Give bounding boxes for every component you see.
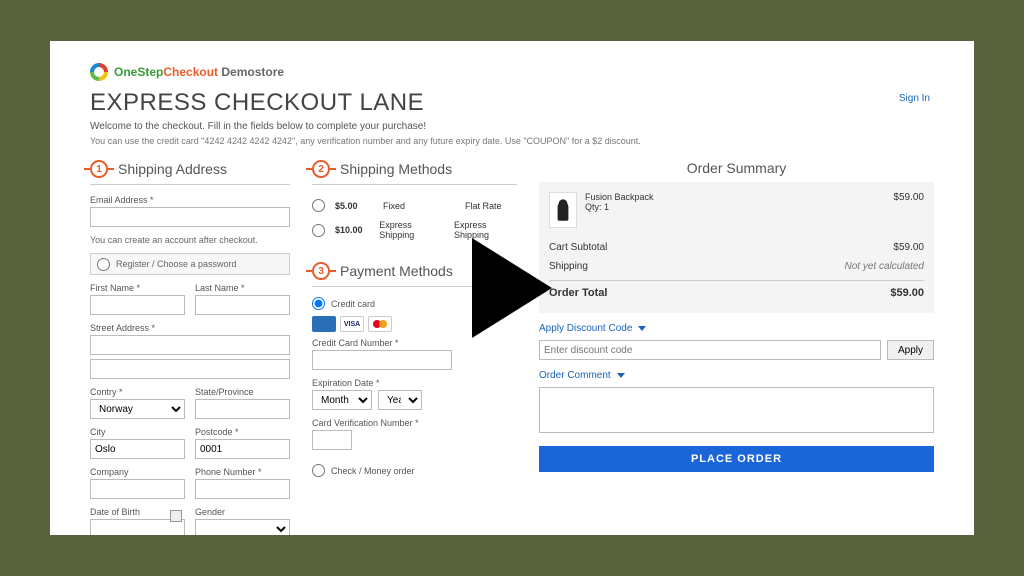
exp-label: Expiration Date * (312, 378, 517, 388)
register-toggle[interactable]: Register / Choose a password (90, 253, 290, 275)
payment-check-radio[interactable] (312, 464, 325, 477)
register-radio[interactable] (97, 258, 110, 271)
payment-cc-radio[interactable] (312, 297, 325, 310)
section-order-summary-title: Order Summary (539, 160, 934, 182)
street-label: Street Address * (90, 323, 290, 333)
card-icons: VISA (312, 316, 517, 332)
shipping-row: ShippingNot yet calculated (549, 257, 924, 276)
last-name-input[interactable] (195, 295, 290, 315)
apply-discount-button[interactable]: Apply (887, 340, 934, 360)
postcode-input[interactable] (195, 439, 290, 459)
phone-input[interactable] (195, 479, 290, 499)
street-input-2[interactable] (90, 359, 290, 379)
section-shipping-address-title: Shipping Address (118, 161, 227, 177)
exp-year-select[interactable]: Year (378, 390, 422, 410)
state-input[interactable] (195, 399, 290, 419)
brand-part-b: Checkout (163, 65, 218, 79)
phone-label: Phone Number * (195, 467, 290, 477)
shipping-method-express[interactable]: $10.00 Express Shipping Express Shipping (312, 216, 517, 244)
cart-item: Fusion BackpackQty: 1 $59.00 (549, 192, 924, 228)
order-summary-column: Order Summary Fusion BackpackQty: 1 $59.… (539, 160, 934, 535)
last-name-label: Last Name * (195, 283, 290, 293)
cc-number-label: Credit Card Number * (312, 338, 517, 348)
discount-input[interactable] (539, 340, 881, 360)
city-label: City (90, 427, 185, 437)
first-name-input[interactable] (90, 295, 185, 315)
step-2-badge: 2 (312, 160, 330, 178)
ship-price-1: $5.00 (335, 201, 373, 211)
subtotal-row: Cart Subtotal$59.00 (549, 238, 924, 257)
company-input[interactable] (90, 479, 185, 499)
brand-logo: OneStepCheckout Demostore (90, 63, 934, 81)
place-order-button[interactable]: PLACE ORDER (539, 446, 934, 472)
shipping-address-column: 1 Shipping Address Email Address * You c… (90, 160, 290, 535)
street-input-1[interactable] (90, 335, 290, 355)
step-1-badge: 1 (90, 160, 108, 178)
payment-cc-label: Credit card (331, 299, 375, 309)
company-label: Company (90, 467, 185, 477)
middle-column: 2 Shipping Methods $5.00 Fixed Flat Rate $… (312, 160, 517, 535)
brand-suffix: Demostore (218, 65, 284, 79)
item-price: $59.00 (893, 192, 924, 203)
visa-icon: VISA (340, 316, 364, 332)
section-shipping-methods-title: Shipping Methods (340, 161, 452, 177)
ship-price-2: $10.00 (335, 225, 369, 235)
cvv-input[interactable] (312, 430, 352, 450)
payment-check-label: Check / Money order (331, 466, 415, 476)
welcome-text: Welcome to the checkout. Fill in the fie… (90, 121, 934, 132)
discount-toggle[interactable]: Apply Discount Code (539, 323, 934, 334)
order-comment-toggle[interactable]: Order Comment (539, 370, 934, 381)
gender-select[interactable] (195, 519, 290, 535)
logo-icon (90, 63, 108, 81)
ship-carrier-1: Flat Rate (465, 201, 502, 211)
order-comment-textarea[interactable] (539, 387, 934, 433)
page-title: EXPRESS CHECKOUT LANE (90, 89, 934, 117)
state-label: State/Province (195, 387, 290, 397)
item-qty: Qty: 1 (585, 202, 885, 212)
hint-text: You can use the credit card "4242 4242 4… (90, 136, 934, 146)
chevron-down-icon (617, 373, 625, 378)
ship-name-1: Fixed (383, 201, 455, 211)
product-image (549, 192, 577, 228)
ship-name-2: Express Shipping (379, 220, 444, 240)
checkout-page: OneStepCheckout Demostore EXPRESS CHECKO… (50, 41, 974, 535)
brand-part-a: OneStep (114, 65, 163, 79)
ship-radio-2[interactable] (312, 224, 325, 237)
order-total-row: Order Total$59.00 (549, 280, 924, 303)
ship-carrier-2: Express Shipping (454, 220, 517, 240)
cvv-label: Card Verification Number * (312, 418, 517, 428)
postcode-label: Postcode * (195, 427, 290, 437)
first-name-label: First Name * (90, 283, 185, 293)
sign-in-link[interactable]: Sign In (899, 93, 930, 104)
gender-label: Gender (195, 507, 290, 517)
ship-radio-1[interactable] (312, 199, 325, 212)
calendar-icon[interactable] (170, 510, 182, 522)
account-note: You can create an account after checkout… (90, 235, 290, 245)
email-label: Email Address * (90, 195, 290, 205)
section-payment-methods-title: Payment Methods (340, 263, 453, 279)
country-select[interactable]: Norway (90, 399, 185, 419)
logo-text: OneStepCheckout Demostore (114, 65, 284, 79)
chevron-down-icon (638, 326, 646, 331)
email-input[interactable] (90, 207, 290, 227)
shipping-method-flat[interactable]: $5.00 Fixed Flat Rate (312, 195, 517, 216)
order-summary-box: Fusion BackpackQty: 1 $59.00 Cart Subtot… (539, 182, 934, 313)
item-name: Fusion Backpack (585, 192, 885, 202)
cc-number-input[interactable] (312, 350, 452, 370)
country-label: Contry * (90, 387, 185, 397)
amex-icon (312, 316, 336, 332)
mastercard-icon (368, 316, 392, 332)
exp-month-select[interactable]: Month (312, 390, 372, 410)
city-input[interactable] (90, 439, 185, 459)
step-3-badge: 3 (312, 262, 330, 280)
register-label: Register / Choose a password (116, 259, 237, 269)
